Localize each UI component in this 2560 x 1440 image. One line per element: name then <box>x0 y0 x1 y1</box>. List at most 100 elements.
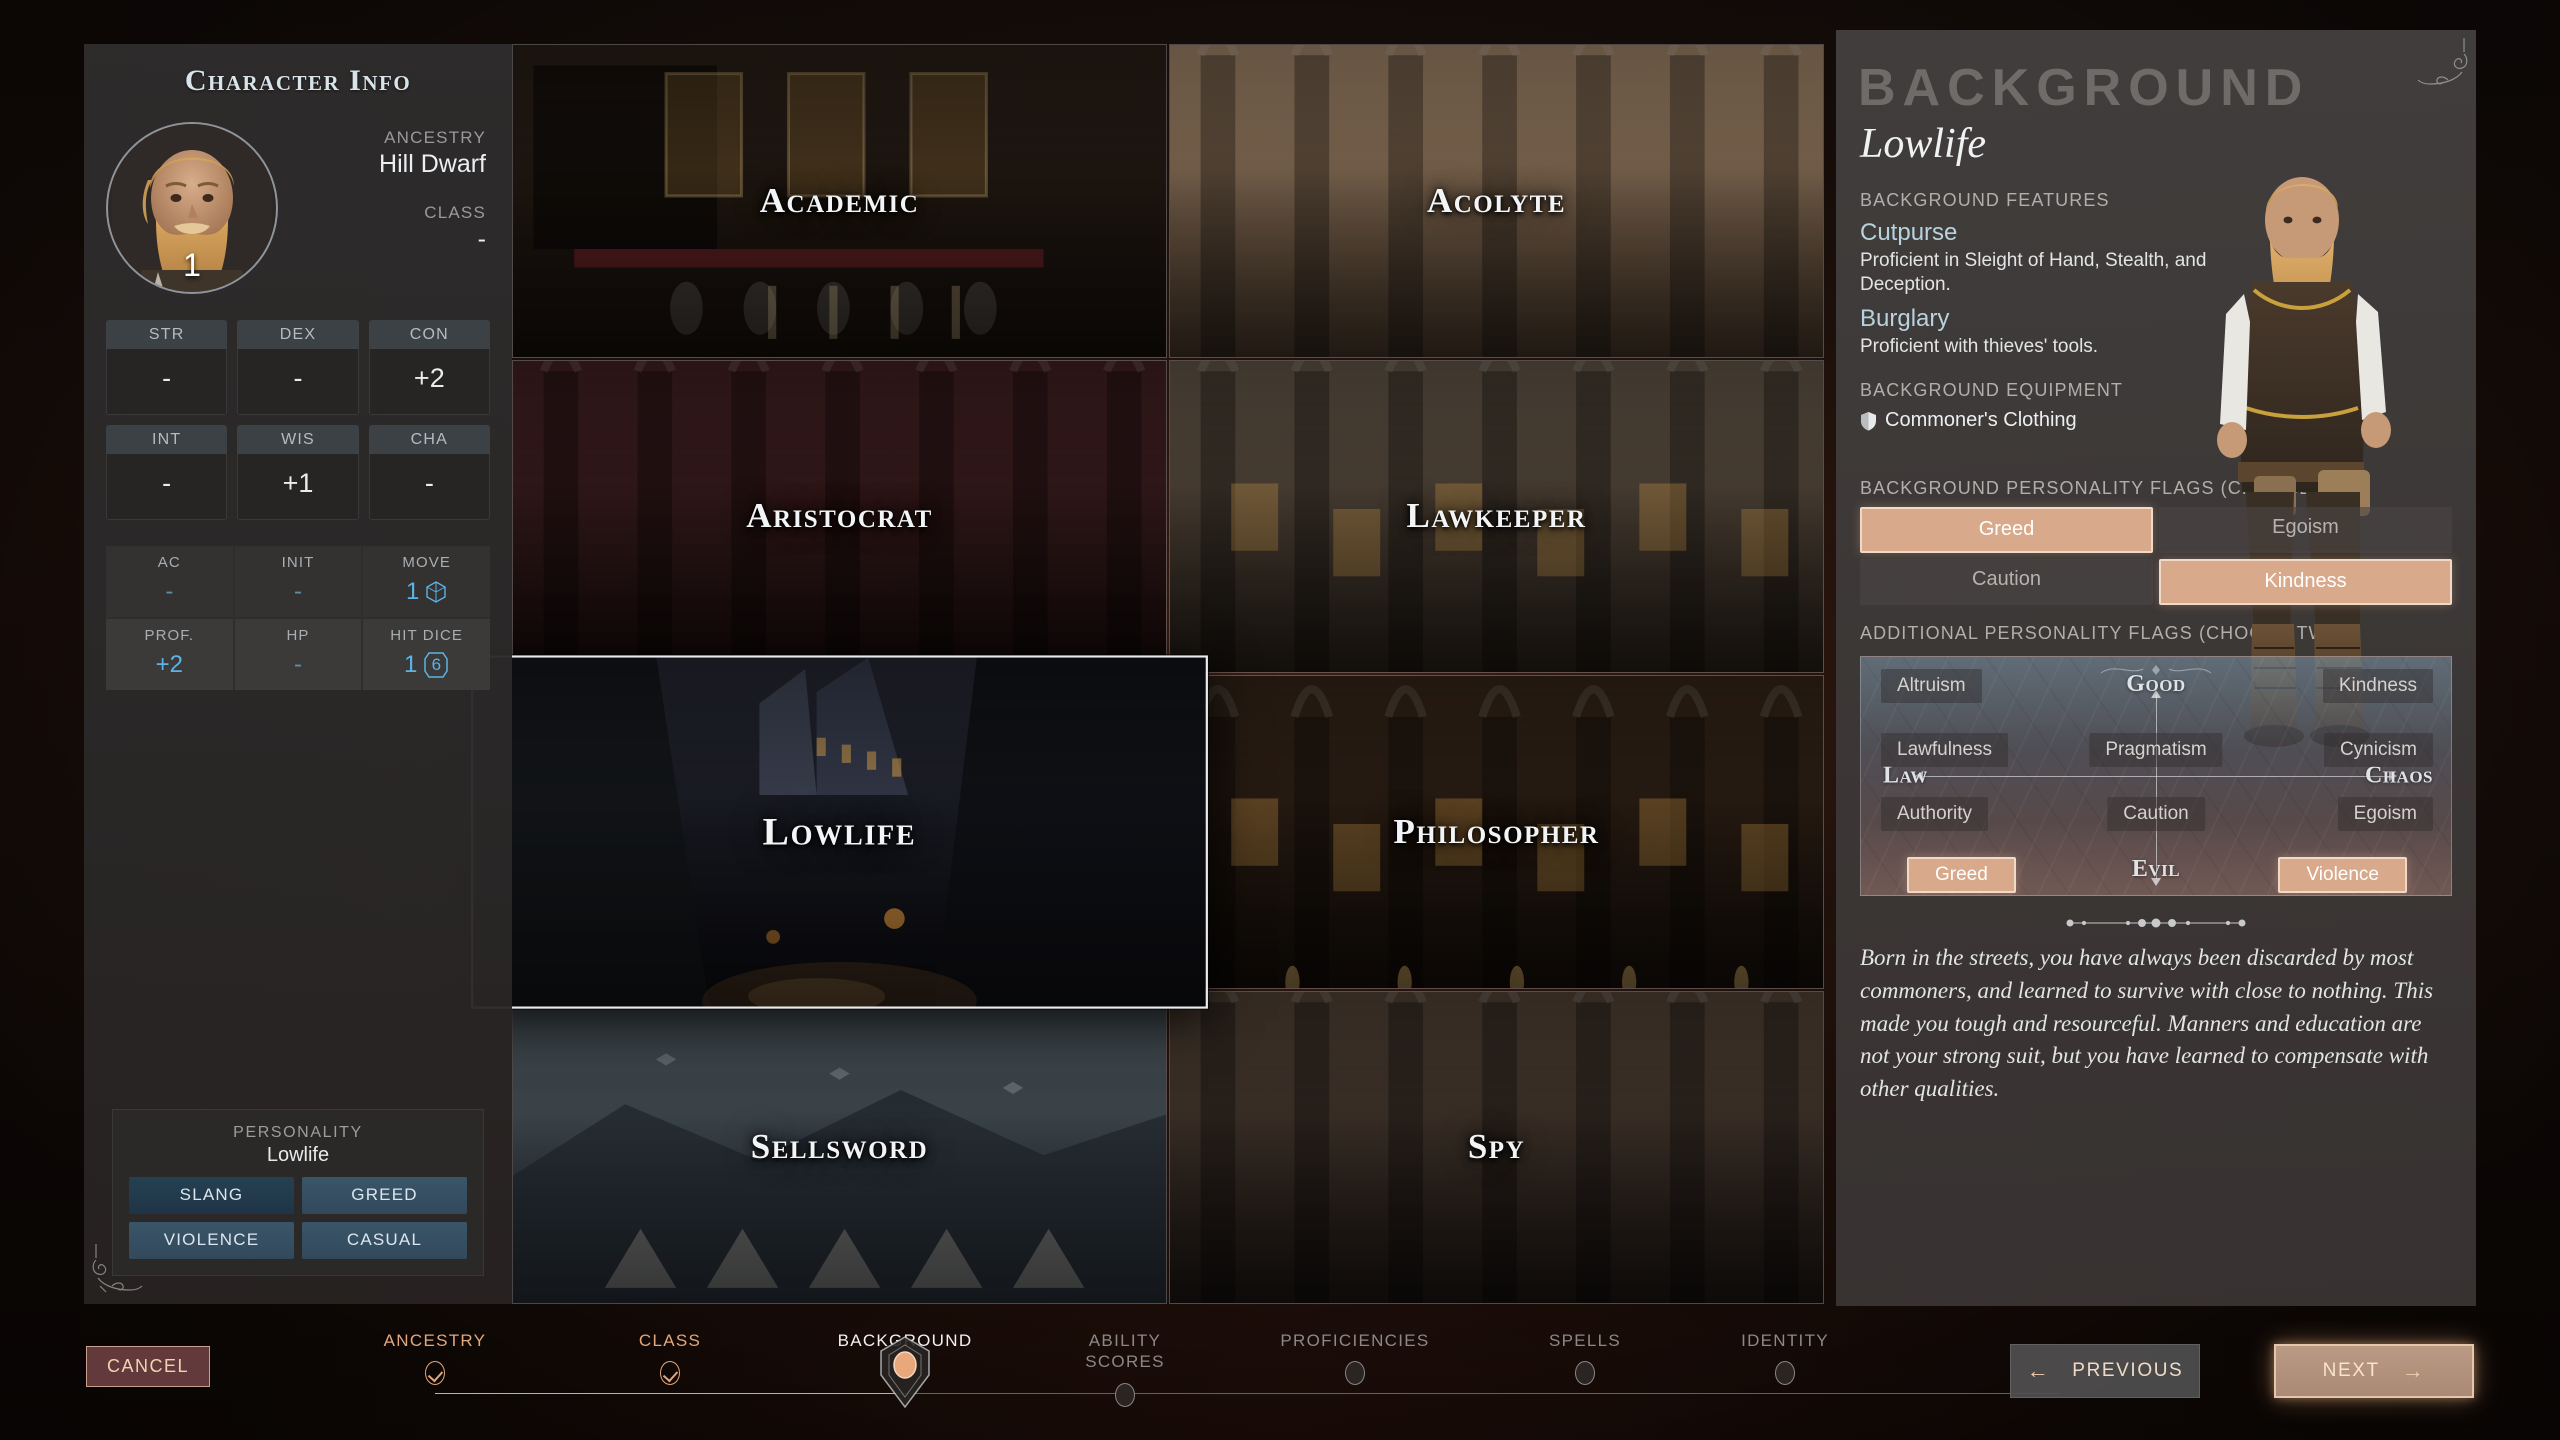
feature-name: Cutpurse <box>1860 219 1958 246</box>
background-card-label: Lowlife <box>762 809 917 854</box>
background-card-academic[interactable]: Academic <box>512 44 1167 358</box>
ability-value: - <box>106 454 228 520</box>
step-dot <box>660 1361 680 1386</box>
step-class[interactable]: CLASS <box>580 1304 760 1386</box>
feature-description: Proficient with thieves' tools. <box>1860 335 2099 357</box>
step-dot <box>1575 1361 1595 1386</box>
background-flag-greed[interactable]: Greed <box>1860 507 2153 554</box>
background-card-label: Academic <box>759 180 920 220</box>
ability-value: - <box>368 454 490 520</box>
alignment-pole-evil: Evil <box>2131 856 2181 883</box>
cancel-button[interactable]: CANCEL <box>86 1346 211 1387</box>
combat-label: MOVE <box>402 554 451 571</box>
equipment-item[interactable]: Commoner's Clothing <box>1860 409 2476 432</box>
background-feature: Cutpurse Proficient in Sleight of Hand, … <box>1836 219 2476 297</box>
background-card-acolyte[interactable]: Acolyte <box>1169 44 1824 358</box>
avatar[interactable]: 1 <box>106 122 278 294</box>
background-card-aristocrat[interactable]: Aristocrat <box>512 359 1167 673</box>
personality-subtitle: Lowlife <box>266 1144 330 1166</box>
step-identity[interactable]: IDENTITY <box>1695 1304 1875 1386</box>
alignment-flag-kindness-1[interactable]: Kindness <box>2322 669 2433 704</box>
ability-label: DEX <box>237 320 359 349</box>
alignment-flag-greed-4[interactable]: Greed <box>1907 857 2016 894</box>
background-equipment-list: Commoner's Clothing <box>1836 409 2476 432</box>
personality-tag[interactable]: VIOLENCE <box>129 1222 294 1259</box>
ability-cell-wis[interactable]: WIS +1 <box>237 425 359 520</box>
combat-cell-ac[interactable]: AC - <box>106 546 233 617</box>
step-dot <box>425 1361 445 1386</box>
ability-cell-str[interactable]: STR - <box>106 320 228 415</box>
alignment-flag-violence-4[interactable]: Violence <box>2278 857 2407 894</box>
ability-value: +1 <box>237 454 359 520</box>
character-summary: 1 ANCESTRY Hill Dwarf CLASS - <box>106 122 490 294</box>
background-features-list: Cutpurse Proficient in Sleight of Hand, … <box>1836 219 2476 358</box>
alignment-flag-authority-3[interactable]: Authority <box>1881 797 1988 832</box>
step-dot <box>1345 1361 1365 1386</box>
ability-label: CHA <box>368 425 490 454</box>
background-card-label: Philosopher <box>1393 811 1600 851</box>
step-background[interactable]: BACKGROUND <box>815 1304 995 1409</box>
alignment-flag-altruism-1[interactable]: Altruism <box>1881 669 1982 704</box>
combat-value: 1 <box>363 577 490 607</box>
personality-tag[interactable]: SLANG <box>129 1177 294 1214</box>
ability-value: +2 <box>368 349 490 415</box>
background-card-sellsword[interactable]: Sellsword <box>512 990 1167 1304</box>
alignment-flag-egoism-3[interactable]: Egoism <box>2337 797 2433 832</box>
step-ability-scores[interactable]: ABILITY SCORES <box>1035 1304 1215 1407</box>
ability-cell-con[interactable]: CON +2 <box>368 320 490 415</box>
ability-label: INT <box>106 425 228 454</box>
combat-value: - <box>165 578 174 605</box>
ability-value: - <box>106 349 228 415</box>
combat-cell-prof[interactable]: PROF. +2 <box>106 619 233 690</box>
creation-step-progress: ANCESTRY CLASS BACKGROUND ABILITY SCORES… <box>340 1304 2120 1440</box>
alignment-flag-cynicism-2[interactable]: Cynicism <box>2323 733 2433 768</box>
combat-cell-hp[interactable]: HP - <box>234 619 362 690</box>
step-ancestry[interactable]: ANCESTRY <box>345 1304 525 1386</box>
combat-value: 1 6 <box>363 650 490 680</box>
combat-stat-grid: AC - INIT - MOVE 1 PROF. +2 HP - HIT DIC… <box>106 546 490 690</box>
combat-label: HP <box>286 627 310 644</box>
background-flag-egoism[interactable]: Egoism <box>2159 507 2452 554</box>
alignment-flag-lawfulness-2[interactable]: Lawfulness <box>1881 733 2009 768</box>
personality-tag[interactable]: GREED <box>302 1177 467 1214</box>
combat-cell-move[interactable]: MOVE 1 <box>363 546 490 617</box>
ability-cell-cha[interactable]: CHA - <box>368 425 490 520</box>
step-proficiencies[interactable]: PROFICIENCIES <box>1265 1304 1445 1386</box>
background-card-spy[interactable]: Spy <box>1169 990 1824 1304</box>
alignment-pole-good: Good <box>2126 671 2186 698</box>
arrow-right-icon: → <box>2401 1358 2426 1383</box>
background-card-lowlife[interactable]: Lowlife <box>471 655 1208 1009</box>
background-card-label: Sellsword <box>750 1127 929 1167</box>
alignment-flag-caution-3[interactable]: Caution <box>2107 797 2205 832</box>
equipment-name: Commoner's Clothing <box>1885 409 2077 432</box>
background-card-philosopher[interactable]: Philosopher <box>1169 675 1824 989</box>
ability-cell-int[interactable]: INT - <box>106 425 228 520</box>
background-features-label: BACKGROUND FEATURES <box>1860 190 2110 210</box>
shield-icon <box>1861 411 1876 431</box>
background-card-label: Acolyte <box>1426 180 1567 220</box>
character-creation-screen: Character Info 1 ANCESTRY Hill Dwarf CLA… <box>0 0 2560 1440</box>
step-dot <box>1115 1382 1135 1407</box>
combat-cell-hitdice[interactable]: HIT DICE 1 6 <box>363 619 490 690</box>
alignment-matrix: Good Evil Law Chaos Altruism Kindness Lawf… <box>1860 656 2452 897</box>
background-flag-kindness[interactable]: Kindness <box>2159 559 2452 606</box>
step-spells[interactable]: SPELLS <box>1495 1304 1675 1386</box>
background-feature: Burglary Proficient with thieves' tools. <box>1836 305 2476 359</box>
background-equipment-label: BACKGROUND EQUIPMENT <box>1860 380 2124 401</box>
hit-dice-sides: 6 <box>431 655 442 674</box>
ability-label: CON <box>368 320 490 349</box>
background-flag-caution[interactable]: Caution <box>1860 559 2153 606</box>
background-card-label: Lawkeeper <box>1406 496 1587 536</box>
step-label: ABILITY SCORES <box>1085 1331 1165 1372</box>
background-heading: BACKGROUND <box>1858 59 2310 117</box>
background-card-grid: Academic Acolyte Aristocrat Lawkeeper Lo… <box>471 44 1824 1304</box>
personality-tag[interactable]: CASUAL <box>302 1222 467 1259</box>
next-button[interactable]: NEXT → <box>2274 1344 2474 1398</box>
ability-cell-dex[interactable]: DEX - <box>237 320 359 415</box>
alignment-flag-pragmatism-2[interactable]: Pragmatism <box>2089 733 2223 768</box>
previous-button[interactable]: ← PREVIOUS <box>2010 1344 2200 1398</box>
background-card-lawkeeper[interactable]: Lawkeeper <box>1169 359 1824 673</box>
combat-label: AC <box>157 554 181 571</box>
step-label: PROFICIENCIES <box>1280 1331 1430 1350</box>
combat-cell-init[interactable]: INIT - <box>234 546 362 617</box>
